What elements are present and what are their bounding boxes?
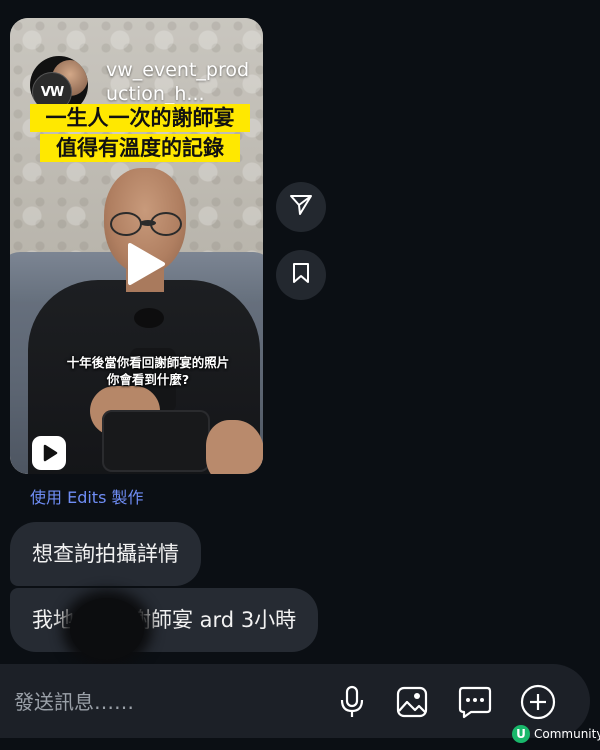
plus-icon[interactable]: [518, 682, 558, 722]
reel-header: VW vw_event_production_h...: [10, 18, 263, 114]
reel-preview-card[interactable]: VW vw_event_production_h... 一生人一次的謝師宴 值得…: [10, 18, 263, 474]
reel-person-glasses: [110, 212, 182, 236]
reel-person-right-hand: [206, 420, 263, 474]
banner-line-1: 一生人一次的謝師宴: [30, 104, 250, 132]
message-text-start: 我地: [32, 608, 74, 632]
community-watermark: U Community: [512, 724, 600, 744]
message-bubble[interactable]: 想查詢拍攝詳情: [10, 522, 201, 586]
community-logo-icon: U: [512, 725, 530, 743]
reel-camera-mic: [134, 308, 164, 328]
bookmark-icon: [290, 261, 312, 289]
subtitle-line-2: 你會看到什麼?: [106, 372, 190, 387]
image-icon[interactable]: [392, 682, 432, 722]
message-composer: [0, 664, 590, 738]
play-icon[interactable]: [126, 242, 166, 286]
message-bubble[interactable]: 我地 謝師宴 ard 3小時: [10, 588, 319, 652]
message-text-end: 謝師宴 ard 3小時: [130, 608, 297, 632]
save-button[interactable]: [276, 250, 326, 300]
microphone-icon[interactable]: [332, 682, 372, 722]
reel-title-banner: 一生人一次的謝師宴 值得有溫度的記錄: [30, 104, 250, 164]
reel-icon: [32, 436, 66, 470]
sticker-icon[interactable]: [455, 682, 495, 722]
share-button[interactable]: [276, 182, 326, 232]
account-name[interactable]: vw_event_production_h...: [106, 58, 256, 106]
redaction-blur: [70, 598, 144, 660]
message-input[interactable]: [12, 682, 316, 722]
edits-link[interactable]: 使用 Edits 製作: [30, 484, 144, 508]
subtitle-line-1: 十年後當你看回謝師宴的照片: [66, 355, 230, 370]
send-icon: [288, 192, 314, 222]
banner-line-2: 值得有溫度的記錄: [40, 134, 240, 162]
watermark-text: Community: [534, 727, 600, 741]
reel-camera: [102, 410, 210, 472]
reel-subtitle: 十年後當你看回謝師宴的照片 你會看到什麼?: [40, 354, 256, 388]
